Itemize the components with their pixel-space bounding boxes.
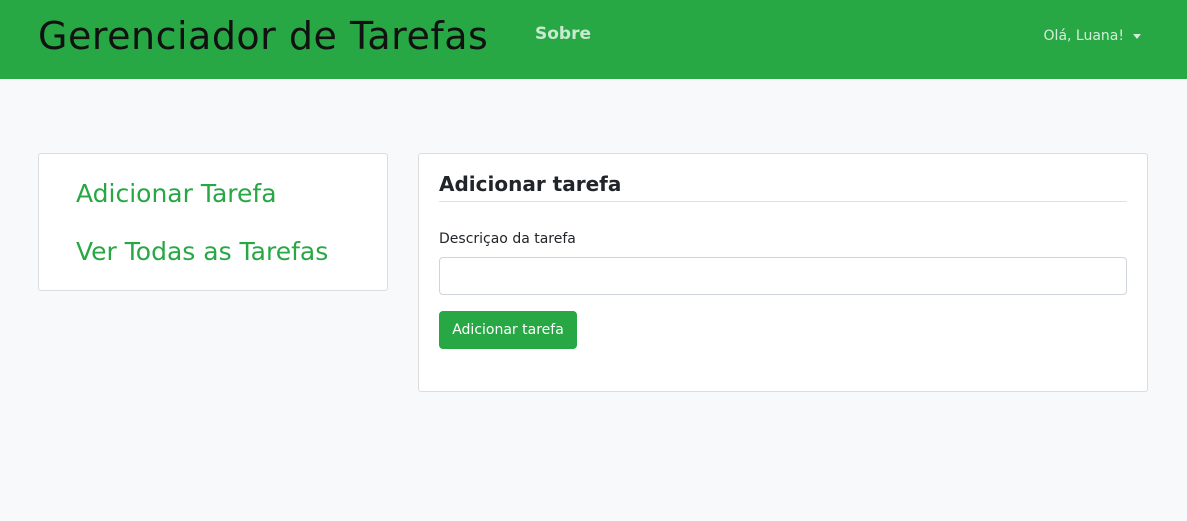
top-navbar: Gerenciador de Tarefas Sobre Olá, Luana! (0, 0, 1187, 79)
add-task-form-card: Adicionar tarefa Descriçao da tarefa Adi… (418, 153, 1148, 392)
sidebar-item-add-task[interactable]: Adicionar Tarefa (76, 178, 277, 210)
user-greeting: Olá, Luana! (1043, 28, 1124, 44)
nav-link-about[interactable]: Sobre (535, 22, 591, 46)
sidebar-item-view-tasks[interactable]: Ver Todas as Tarefas (76, 236, 328, 268)
sidebar-menu: Adicionar Tarefa Ver Todas as Tarefas (38, 153, 388, 291)
user-menu-dropdown[interactable]: Olá, Luana! (1044, 26, 1141, 46)
description-input[interactable] (439, 257, 1127, 295)
brand-title[interactable]: Gerenciador de Tarefas (38, 12, 488, 60)
form-title: Adicionar tarefa (439, 170, 1127, 202)
caret-down-icon (1133, 33, 1141, 39)
description-label: Descriçao da tarefa (439, 231, 576, 247)
add-task-button[interactable]: Adicionar tarefa (439, 311, 577, 349)
